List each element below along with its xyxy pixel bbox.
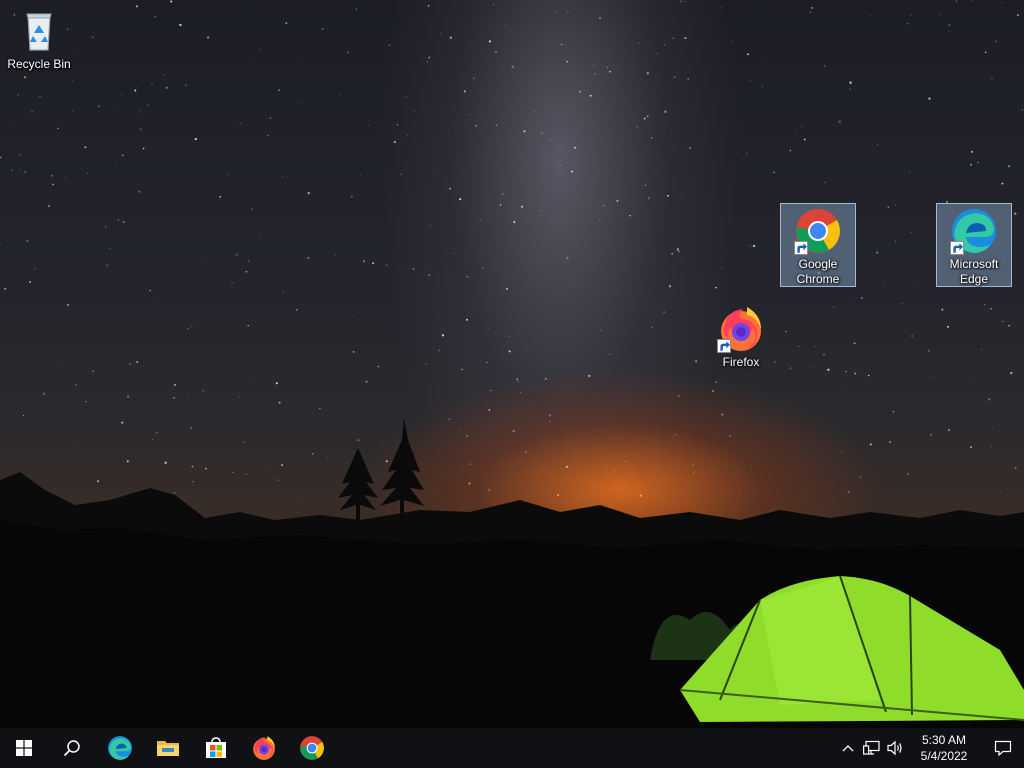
show-hidden-icons-button[interactable]: [836, 728, 860, 768]
edge-icon: [950, 207, 998, 255]
desktop-icon-google-chrome[interactable]: Google Chrome: [780, 203, 856, 287]
network-button[interactable]: [860, 728, 884, 768]
firefox-icon: [253, 736, 275, 760]
shortcut-arrow-icon: [717, 339, 731, 353]
desktop-icon-microsoft-edge[interactable]: Microsoft Edge: [936, 203, 1012, 287]
shortcut-arrow-icon: [794, 241, 808, 255]
folder-icon: [157, 741, 179, 756]
volume-icon: [887, 740, 902, 756]
taskbar-chrome[interactable]: [288, 728, 336, 768]
start-button[interactable]: [0, 728, 48, 768]
network-icon: [863, 740, 880, 755]
desktop-icon-firefox[interactable]: Firefox: [703, 302, 779, 386]
chrome-icon: [794, 207, 842, 255]
recycle-bin-icon: [15, 7, 63, 55]
action-center-button[interactable]: [982, 728, 1024, 768]
desktop-icon-label: Microsoft Edge: [949, 257, 999, 286]
desktop-icon-label: Recycle Bin: [7, 57, 71, 71]
search-button[interactable]: [48, 728, 96, 768]
taskbar-file-explorer[interactable]: [144, 728, 192, 768]
taskbar: 5:30 AM 5/4/2022: [0, 728, 1024, 768]
wallpaper-landscape: [0, 418, 1024, 728]
clock-time: 5:30 AM: [921, 733, 967, 747]
desktop-icon-label: Google Chrome: [796, 257, 840, 286]
edge-icon: [108, 736, 132, 760]
search-icon: [63, 740, 80, 757]
windows-logo-icon: [16, 740, 32, 756]
volume-button[interactable]: [884, 728, 908, 768]
clock-date: 5/4/2022: [920, 749, 968, 763]
firefox-icon: [717, 305, 765, 353]
system-tray: 5:30 AM 5/4/2022: [836, 728, 1024, 768]
taskbar-firefox[interactable]: [240, 728, 288, 768]
store-icon: [206, 737, 226, 758]
taskbar-store[interactable]: [192, 728, 240, 768]
taskbar-edge[interactable]: [96, 728, 144, 768]
clock[interactable]: 5:30 AM 5/4/2022: [914, 732, 974, 764]
chevron-up-icon: [842, 745, 854, 752]
desktop[interactable]: Recycle Bin Google Chrome Microsoft Edge…: [0, 0, 1024, 768]
shortcut-arrow-icon: [950, 241, 964, 255]
notification-icon: [994, 740, 1012, 756]
chrome-icon: [300, 736, 324, 760]
desktop-icon-recycle-bin[interactable]: Recycle Bin: [1, 4, 77, 88]
